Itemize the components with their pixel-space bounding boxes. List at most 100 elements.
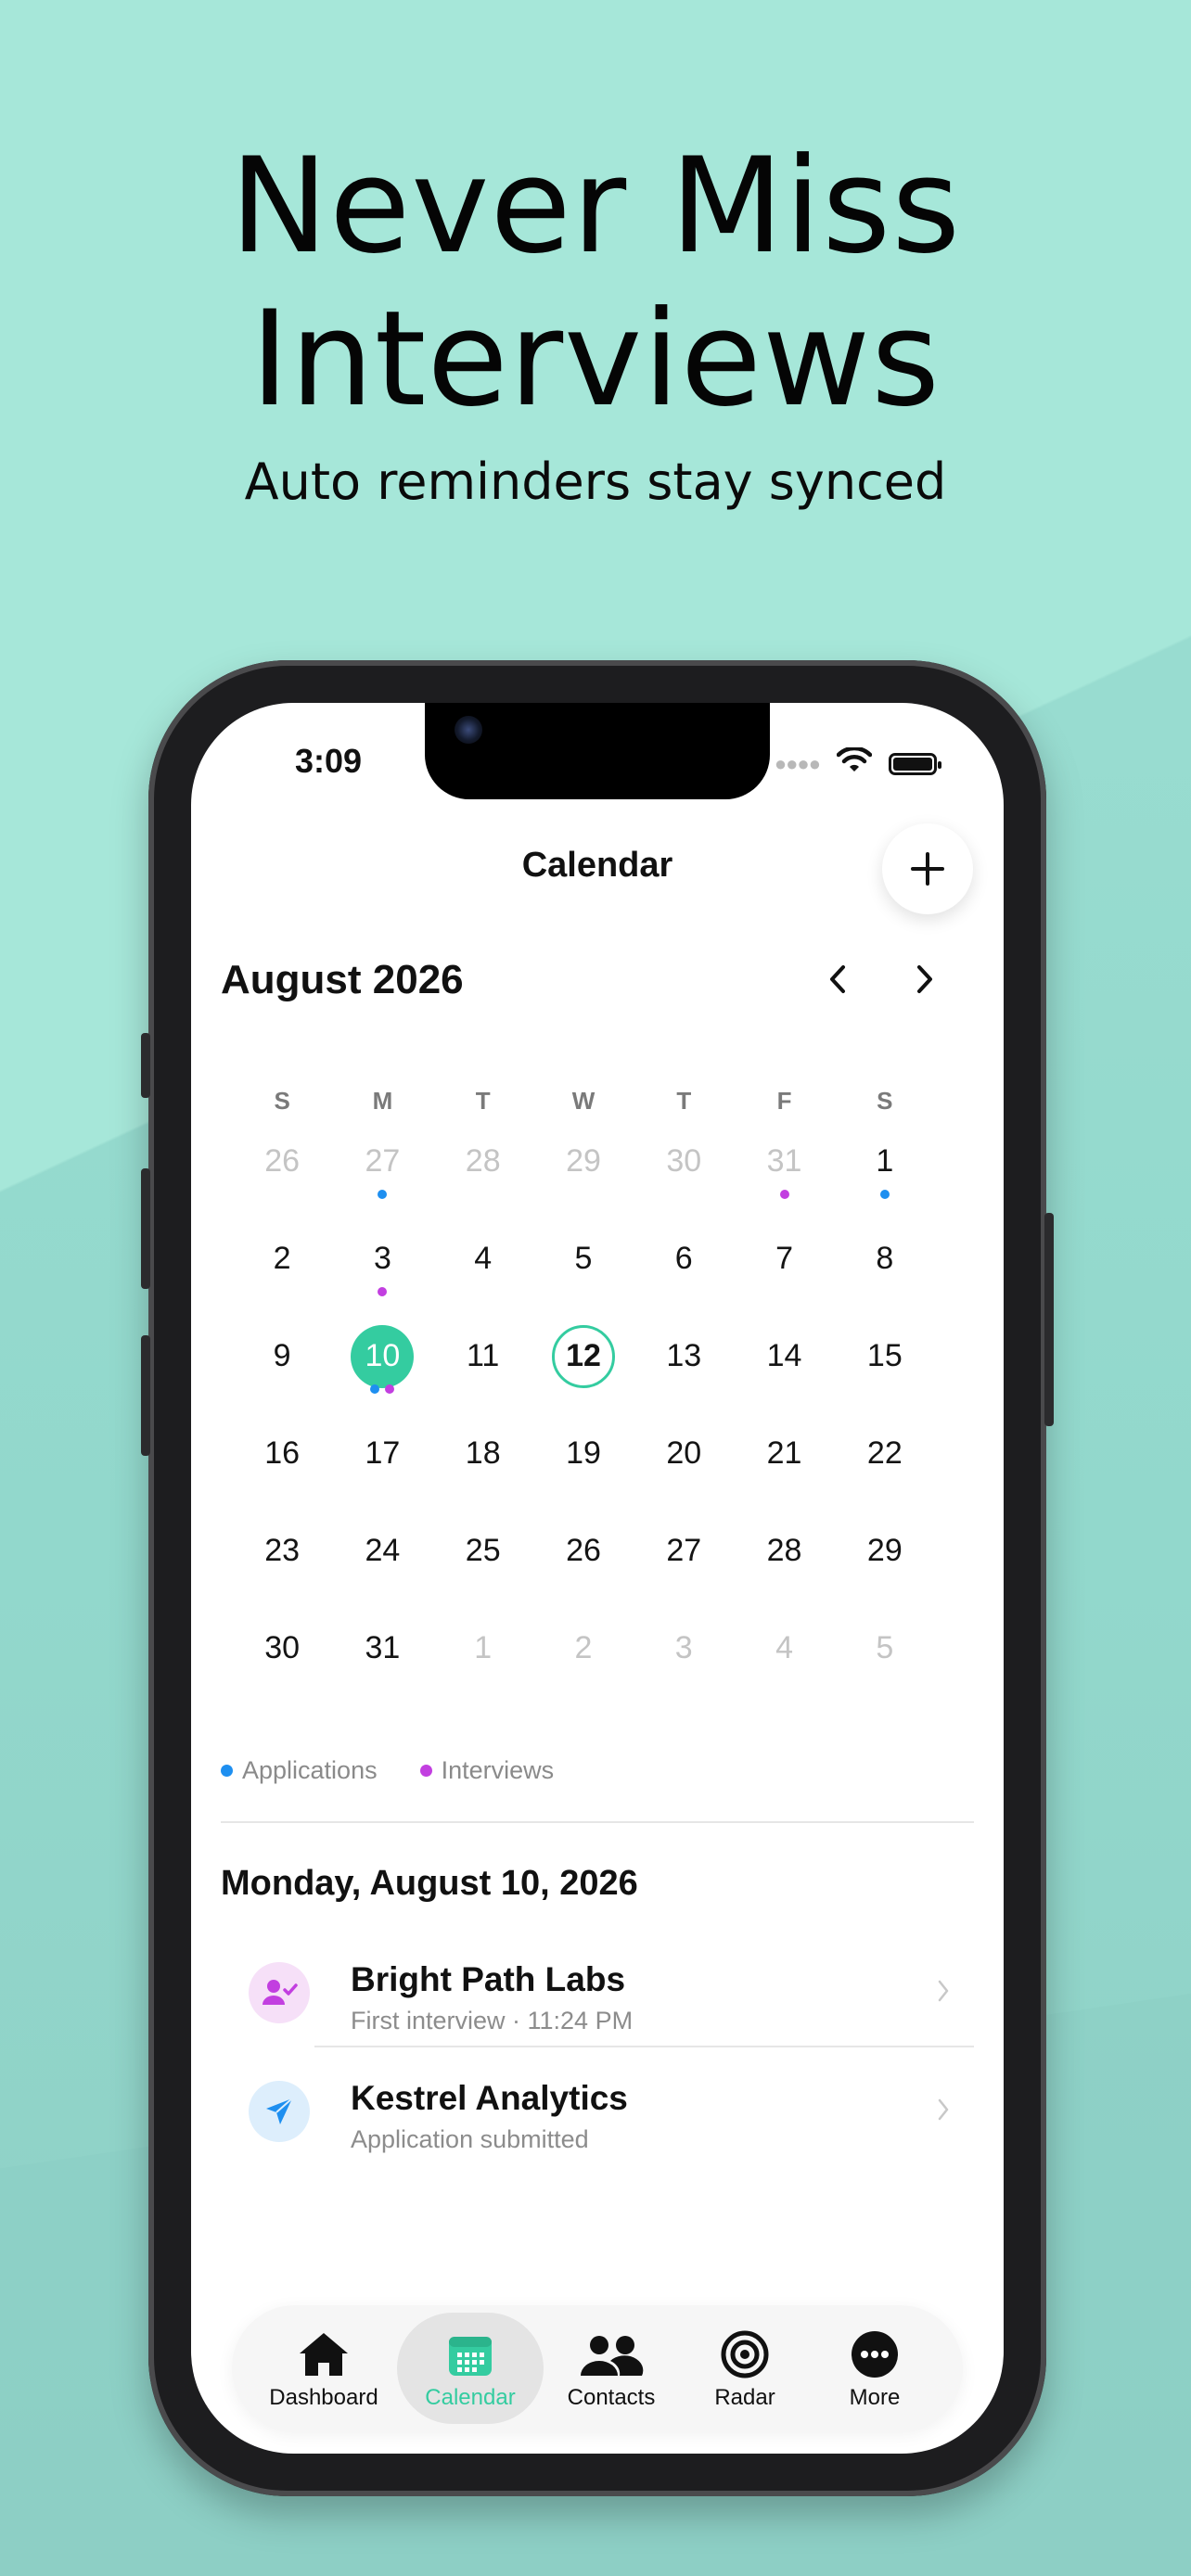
calendar-day[interactable]: 28	[433, 1113, 533, 1210]
event-row[interactable]: Kestrel Analytics Application submitted	[243, 2051, 981, 2170]
calendar-day[interactable]: 21	[734, 1405, 834, 1502]
previous-month-button[interactable]	[813, 953, 864, 1005]
calendar-day[interactable]: 1	[433, 1600, 533, 1697]
calendar-week: 16 17 18 19 20 21 22	[232, 1405, 935, 1502]
divider	[221, 1821, 974, 1823]
calendar-day[interactable]: 3	[332, 1210, 432, 1307]
tab-contacts[interactable]: Contacts	[538, 2313, 685, 2424]
weekday-label: T	[676, 1087, 692, 1115]
status-icons: ●●●●	[775, 746, 941, 780]
month-label: August 2026	[221, 957, 464, 1002]
day-number: 5	[876, 1630, 894, 1665]
calendar-day[interactable]: 30	[634, 1113, 734, 1210]
calendar-day[interactable]: 28	[734, 1502, 834, 1600]
tab-label: Dashboard	[269, 2385, 378, 2410]
calendar-day-selected[interactable]: 10	[332, 1307, 432, 1405]
application-dot-icon	[370, 1384, 380, 1394]
calendar-day[interactable]: 16	[232, 1405, 332, 1502]
calendar-day[interactable]: 2	[232, 1210, 332, 1307]
event-dots	[378, 1287, 388, 1296]
calendar-day[interactable]: 14	[734, 1307, 834, 1405]
calendar-day[interactable]: 6	[634, 1210, 734, 1307]
day-number: 27	[365, 1143, 401, 1179]
calendar-day[interactable]: 17	[332, 1405, 432, 1502]
phone-frame: 3:09 ●●●● Calendar August 2026 S M T W T…	[141, 660, 1054, 2496]
calendar-day[interactable]: 8	[835, 1210, 935, 1307]
event-dots	[378, 1190, 388, 1199]
calendar-day[interactable]: 1	[835, 1113, 935, 1210]
calendar-day[interactable]: 3	[634, 1600, 734, 1697]
calendar-day[interactable]: 13	[634, 1307, 734, 1405]
tab-more[interactable]: More	[801, 2313, 948, 2424]
calendar-day[interactable]: 4	[734, 1600, 834, 1697]
tab-dashboard[interactable]: Dashboard	[250, 2313, 397, 2424]
volume-up-button	[141, 1168, 150, 1289]
calendar-day[interactable]: 29	[533, 1113, 634, 1210]
add-event-button[interactable]	[882, 823, 973, 914]
calendar-legend: Applications Interviews	[221, 1756, 554, 1785]
calendar-day[interactable]: 4	[433, 1210, 533, 1307]
calendar-day[interactable]: 23	[232, 1502, 332, 1600]
tab-radar[interactable]: Radar	[672, 2313, 818, 2424]
battery-icon	[889, 752, 941, 775]
calendar-day[interactable]: 27	[634, 1502, 734, 1600]
event-dots	[779, 1190, 789, 1199]
weekday-label: M	[372, 1087, 393, 1115]
chevron-left-icon	[830, 965, 845, 993]
calendar-week: 26 27 28 29 30 31 1	[232, 1113, 935, 1210]
calendar-day[interactable]: 5	[533, 1210, 634, 1307]
calendar-day[interactable]: 19	[533, 1405, 634, 1502]
day-number: 19	[566, 1435, 601, 1471]
interviews-dot-icon	[419, 1765, 432, 1777]
calendar-day[interactable]: 5	[835, 1600, 935, 1697]
app-screen: 3:09 ●●●● Calendar August 2026 S M T W T…	[191, 703, 1004, 2454]
calendar-day[interactable]: 15	[835, 1307, 935, 1405]
calendar-day[interactable]: 22	[835, 1405, 935, 1502]
calendar-week: 30 31 1 2 3 4 5	[232, 1600, 935, 1697]
calendar-day[interactable]: 20	[634, 1405, 734, 1502]
day-number: 24	[365, 1533, 401, 1568]
tab-bar: Dashboard Calendar Contacts Radar More	[232, 2305, 963, 2431]
day-number: 26	[264, 1143, 301, 1179]
calendar-day[interactable]: 26	[232, 1113, 332, 1210]
day-number: 12	[551, 1324, 615, 1388]
day-number: 31	[766, 1143, 802, 1179]
calendar-day[interactable]: 26	[533, 1502, 634, 1600]
interview-dot-icon	[385, 1384, 395, 1394]
wifi-icon	[836, 746, 873, 780]
paper-plane-icon	[249, 2081, 310, 2142]
calendar-day-today[interactable]: 12	[533, 1307, 634, 1405]
calendar-day[interactable]: 29	[835, 1502, 935, 1600]
day-number: 4	[474, 1241, 493, 1276]
day-number: 3	[373, 1241, 391, 1276]
calendar-day[interactable]: 7	[734, 1210, 834, 1307]
calendar-week: 2 3 4 5 6 7 8	[232, 1210, 935, 1307]
calendar-day[interactable]: 31	[734, 1113, 834, 1210]
day-number: 7	[775, 1241, 793, 1276]
calendar-day[interactable]: 9	[232, 1307, 332, 1405]
calendar-day[interactable]: 2	[533, 1600, 634, 1697]
next-month-button[interactable]	[898, 953, 950, 1005]
tab-label: Contacts	[567, 2385, 656, 2410]
people-icon	[581, 2336, 644, 2376]
headline-line-1: Never Miss	[229, 130, 962, 283]
day-number: 29	[866, 1533, 903, 1568]
weekday-label: W	[571, 1087, 596, 1115]
calendar-day[interactable]: 31	[332, 1600, 432, 1697]
day-number: 28	[465, 1143, 501, 1179]
weekday-label: F	[776, 1087, 792, 1115]
house-icon	[300, 2333, 348, 2376]
application-dot-icon	[378, 1190, 388, 1199]
event-title: Bright Path Labs	[351, 1960, 626, 1998]
calendar-day[interactable]: 30	[232, 1600, 332, 1697]
calendar-day[interactable]: 11	[433, 1307, 533, 1405]
calendar-day[interactable]: 25	[433, 1502, 533, 1600]
day-number: 6	[674, 1241, 693, 1276]
day-number: 13	[666, 1338, 702, 1373]
tab-calendar[interactable]: Calendar	[397, 2313, 544, 2424]
calendar-day[interactable]: 24	[332, 1502, 432, 1600]
event-row[interactable]: Bright Path Labs First interview · 11:24…	[243, 1932, 981, 2051]
calendar-day[interactable]: 18	[433, 1405, 533, 1502]
day-number: 30	[264, 1630, 301, 1665]
calendar-day[interactable]: 27	[332, 1113, 432, 1210]
